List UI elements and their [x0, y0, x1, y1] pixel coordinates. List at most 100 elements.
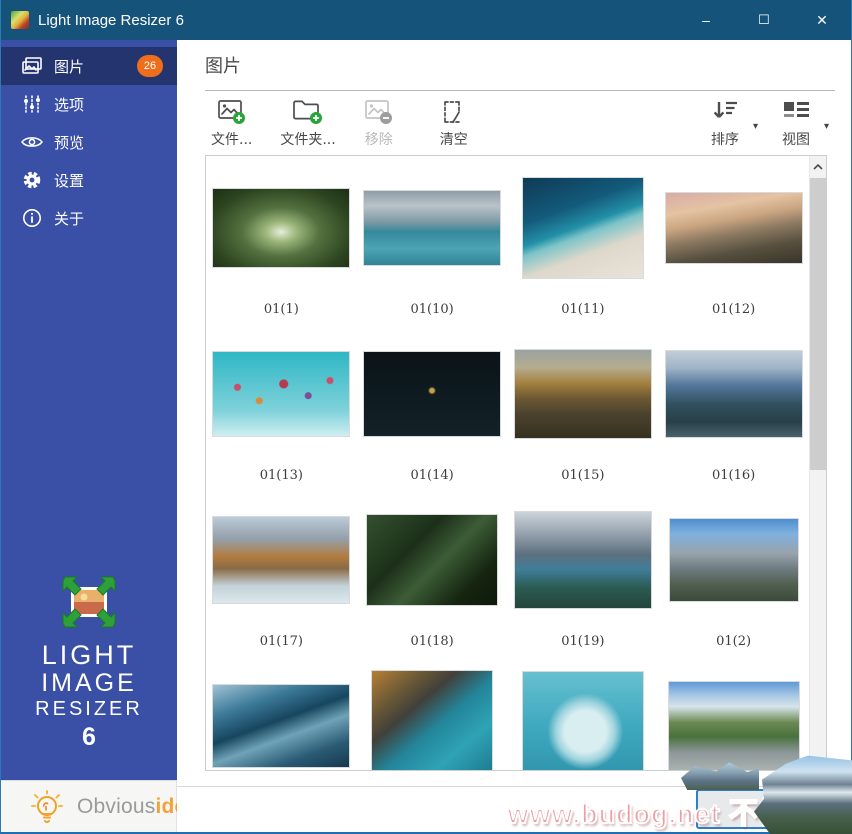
sidebar-item-label: 关于	[54, 210, 85, 228]
image-thumbnail[interactable]	[212, 188, 351, 268]
photos-icon	[21, 56, 43, 76]
maximize-button[interactable]: ☐	[735, 0, 793, 40]
brand-line-version: 6	[82, 723, 96, 751]
image-label: 01(13)	[259, 468, 303, 483]
image-label: 01(2)	[716, 634, 752, 649]
clear-button[interactable]: 清空	[434, 94, 474, 151]
sliders-icon	[21, 94, 43, 114]
view-icon	[782, 96, 810, 126]
image-thumbnail[interactable]	[363, 190, 502, 266]
chevron-down-icon[interactable]: ▾	[824, 121, 829, 132]
image-thumbnail[interactable]	[521, 671, 644, 770]
app-icon	[11, 11, 29, 29]
watermark-site: www.budog.net	[507, 798, 721, 830]
sidebar-item-images[interactable]: 图片 26	[1, 47, 177, 85]
clear-icon	[441, 96, 467, 126]
resizer-logo-icon	[57, 575, 121, 629]
eye-icon	[21, 132, 43, 152]
sort-button[interactable]: 排序 ▾	[705, 94, 758, 151]
brand-block: LIGHT IMAGE RESIZER 6	[1, 575, 177, 752]
sidebar-item-label: 图片	[54, 58, 85, 76]
brand-line-image: IMAGE	[41, 668, 137, 697]
sidebar: 图片 26 选项 预览 设置 关于 LIGHT IMAGE RESIZER 6	[1, 40, 177, 780]
toolbar-button-label: 清空	[439, 132, 468, 148]
scrollbar-thumb[interactable]	[810, 178, 826, 470]
toolbar-button-label: 排序	[710, 132, 739, 148]
gallery-cell: 01(14)	[357, 334, 508, 500]
sidebar-item-settings[interactable]: 设置	[1, 161, 177, 199]
image-label: 01(16)	[712, 468, 756, 483]
gallery-cell	[206, 666, 357, 770]
image-label: 01(1)	[263, 302, 299, 317]
image-thumbnail[interactable]	[212, 516, 351, 604]
gallery-cell: 01(15)	[508, 334, 659, 500]
vertical-scrollbar[interactable]	[809, 156, 826, 770]
toolbar: 文件... 文件夹... 移除 清空 排序 ▾ 视图 ▾	[205, 94, 835, 152]
image-label: 01(11)	[561, 302, 605, 317]
image-thumbnail[interactable]	[212, 684, 351, 768]
brand-line-resizer: RESIZER	[35, 698, 143, 720]
close-button[interactable]: ✕	[793, 0, 851, 40]
minimize-button[interactable]: –	[677, 0, 735, 40]
gear-icon	[21, 170, 43, 190]
sidebar-item-label: 设置	[54, 172, 85, 190]
image-label: 01(18)	[410, 634, 454, 649]
image-thumbnail[interactable]	[521, 177, 644, 279]
lightbulb-icon	[27, 787, 67, 827]
gallery-cell: 01(12)	[658, 168, 809, 334]
app-window: Light Image Resizer 6 – ☐ ✕ 图片 26 选项 预览 …	[0, 0, 852, 834]
image-label: 01(12)	[712, 302, 756, 317]
gallery-cell: 01(16)	[658, 334, 809, 500]
title-divider	[205, 90, 835, 91]
remove-image-icon	[364, 96, 394, 126]
image-label: 01(17)	[259, 634, 303, 649]
sidebar-item-label: 预览	[54, 134, 85, 152]
image-thumbnail[interactable]	[212, 351, 351, 437]
sidebar-item-options[interactable]: 选项	[1, 85, 177, 123]
image-thumbnail[interactable]	[371, 670, 494, 770]
toolbar-button-label: 文件...	[211, 132, 253, 148]
view-button[interactable]: 视图 ▾	[776, 94, 829, 151]
image-label: 01(15)	[561, 468, 605, 483]
scrollbar-up-button[interactable]	[810, 156, 826, 177]
gallery-cell: 01(1)	[206, 168, 357, 334]
sidebar-item-about[interactable]: 关于	[1, 199, 177, 237]
image-thumbnail[interactable]	[668, 518, 799, 602]
main-panel: 图片 文件... 文件夹... 移除 清空 排序 ▾ 视图 ▾ 01(1) 01…	[177, 40, 852, 834]
gallery-cell: 01(11)	[508, 168, 659, 334]
toolbar-button-label: 视图	[781, 132, 810, 148]
image-label: 01(10)	[410, 302, 454, 317]
chevron-down-icon[interactable]: ▾	[753, 121, 758, 132]
image-thumbnail[interactable]	[513, 511, 652, 609]
sidebar-item-label: 选项	[54, 96, 85, 114]
sort-icon	[711, 96, 739, 126]
toolbar-button-label: 移除	[364, 132, 393, 148]
add-image-icon	[217, 96, 247, 126]
add-folder-icon	[292, 96, 324, 126]
remove-button[interactable]: 移除	[358, 94, 400, 151]
image-count-badge: 26	[137, 55, 163, 77]
gallery-cell	[508, 666, 659, 770]
image-thumbnail[interactable]	[667, 681, 800, 770]
gallery-cell: 01(17)	[206, 500, 357, 666]
obviousidea-logo[interactable]: Obviousidea!	[1, 780, 205, 832]
image-thumbnail[interactable]	[664, 350, 803, 438]
sidebar-item-preview[interactable]: 预览	[1, 123, 177, 161]
image-label: 01(19)	[561, 634, 605, 649]
image-thumbnail[interactable]	[366, 514, 499, 606]
image-thumbnail[interactable]	[363, 351, 502, 437]
image-thumbnail[interactable]	[513, 349, 652, 439]
info-icon	[21, 208, 43, 228]
gallery-cell	[357, 666, 508, 770]
image-thumbnail[interactable]	[664, 192, 803, 264]
gallery-cell: 01(10)	[357, 168, 508, 334]
add-files-button[interactable]: 文件...	[205, 94, 258, 151]
gallery-cell: 01(18)	[357, 500, 508, 666]
gallery-cell: 01(19)	[508, 500, 659, 666]
toolbar-button-label: 文件夹...	[280, 132, 336, 148]
brand-line-light: LIGHT	[41, 640, 137, 671]
image-grid: 01(1) 01(10) 01(11) 01(12) 01(13) 01(14) 01(15…	[206, 156, 809, 770]
page-title: 图片	[205, 56, 241, 77]
image-list-panel: 01(1) 01(10) 01(11) 01(12) 01(13) 01(14) 01(15…	[205, 155, 827, 771]
add-folder-button[interactable]: 文件夹...	[274, 94, 341, 151]
